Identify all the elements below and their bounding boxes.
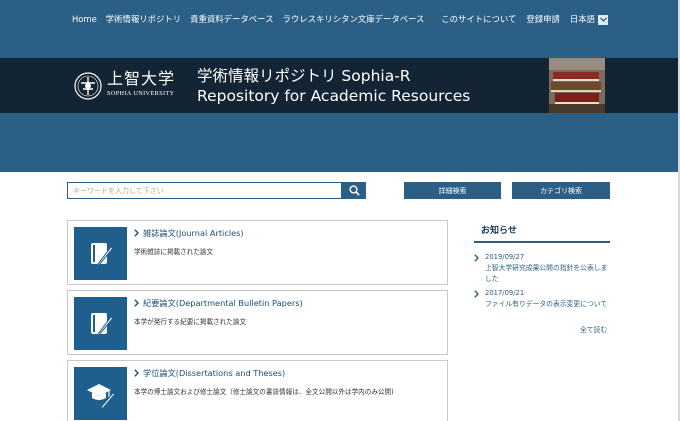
language-select[interactable]: 日本語	[570, 13, 608, 25]
category-card-bulletin-papers: 紀要論文(Departmental Bulletin Papers) 本学が発行…	[67, 290, 448, 355]
category-link-journal-articles[interactable]: 雑誌論文(Journal Articles)	[134, 227, 244, 239]
search-button[interactable]	[342, 182, 366, 199]
chevron-right-icon	[474, 290, 479, 298]
nav-repository-link[interactable]: 学術情報リポジトリ	[106, 13, 181, 25]
nav-rare-materials-link[interactable]: 貴重資料データベース	[190, 13, 273, 25]
category-link-dissertations[interactable]: 学位論文(Dissertations and Theses)	[134, 367, 285, 379]
chevron-right-icon	[134, 369, 139, 377]
graduation-cap-pen-icon[interactable]	[74, 367, 127, 420]
chevron-right-icon	[134, 299, 139, 307]
site-banner: 上智大学 SOPHIA UNIVERSITY 学術情報リポジトリ Sophia-…	[0, 58, 680, 113]
university-name-en: SOPHIA UNIVERSITY	[107, 90, 175, 97]
notebook-pen-icon[interactable]	[74, 297, 127, 350]
nav-laures-link[interactable]: ラウレスキリシタン文庫データベース	[282, 13, 424, 25]
notebook-pen-icon[interactable]	[74, 227, 127, 280]
search-icon	[348, 185, 360, 196]
news-divider	[474, 241, 610, 243]
nav-about-link[interactable]: このサイトについて	[441, 13, 516, 25]
chevron-down-icon	[598, 14, 608, 25]
news-date: 2017/09/21	[485, 289, 525, 297]
repository-title-line2: Repository for Academic Resources	[197, 87, 471, 105]
category-link-bulletin-papers[interactable]: 紀要論文(Departmental Bulletin Papers)	[134, 297, 303, 309]
category-title: 紀要論文(Departmental Bulletin Papers)	[143, 298, 303, 308]
chevron-right-icon	[474, 254, 479, 262]
category-card-dissertations: 学位論文(Dissertations and Theses) 本学の博士論文およ…	[67, 360, 448, 421]
category-card-journal-articles: 雑誌論文(Journal Articles) 学術雑誌に掲載された論文	[67, 220, 448, 285]
language-label: 日本語	[569, 14, 595, 24]
header-band	[0, 113, 680, 172]
nav-home-link[interactable]: Home	[72, 13, 97, 25]
chevron-right-icon	[134, 229, 139, 237]
category-description: 本学が発行する紀要に掲載された論文	[134, 318, 247, 326]
top-navigation: Home 学術情報リポジトリ 貴重資料データベース ラウレスキリシタン文庫データ…	[0, 0, 680, 58]
nav-register-link[interactable]: 登録申請	[526, 13, 560, 25]
category-description: 学術雑誌に掲載された論文	[134, 248, 214, 256]
news-text: 上智大学研究成果公開の指針を公表しました	[485, 264, 608, 283]
category-title: 学位論文(Dissertations and Theses)	[143, 368, 286, 378]
nav-right-group: このサイトについて 登録申請 日本語	[441, 13, 608, 25]
news-item[interactable]: 2017/09/21 ファイル有りデータの表示変更について	[474, 289, 610, 321]
category-description: 本学の博士論文および修士論文（修士論文の書誌情報は、全文公開以外は学内のみ公開)	[134, 388, 394, 396]
search-input[interactable]	[67, 182, 342, 199]
advanced-search-button[interactable]: 詳細検索	[404, 182, 501, 199]
repository-title-line1: 学術情報リポジトリ Sophia-R	[197, 67, 411, 85]
news-date: 2019/09/27	[485, 253, 525, 261]
university-name-jp: 上智大学	[107, 69, 176, 88]
category-search-button[interactable]: カテゴリ検索	[512, 182, 610, 199]
books-photo	[549, 58, 605, 113]
sophia-university-logo[interactable]	[74, 72, 102, 100]
news-item[interactable]: 2019/09/27 上智大学研究成果公開の指針を公表しました	[474, 253, 610, 285]
news-heading: お知らせ	[481, 226, 517, 236]
category-title: 雑誌論文(Journal Articles)	[143, 228, 244, 238]
read-all-news-link[interactable]: 全て読む	[580, 324, 607, 334]
nav-left-group: Home 学術情報リポジトリ 貴重資料データベース ラウレスキリシタン文庫データ…	[72, 13, 424, 25]
news-text: ファイル有りデータの表示変更について	[485, 300, 608, 308]
